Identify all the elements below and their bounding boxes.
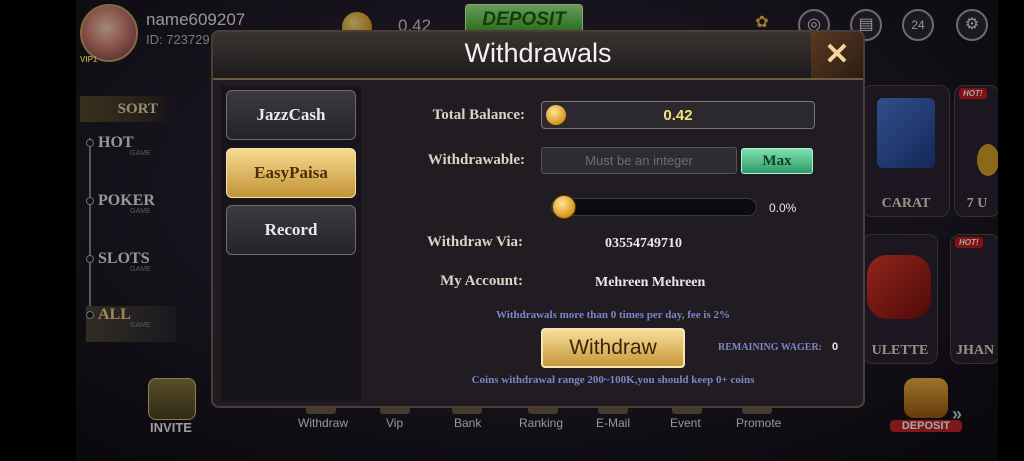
method-record[interactable]: Record [226,205,356,255]
my-account-value: Mehreen Mehreen [595,275,706,290]
max-button[interactable]: Max [741,148,813,174]
withdraw-button[interactable]: Withdraw [541,328,685,368]
withdraw-amount-input[interactable] [541,147,737,174]
amount-slider[interactable] [551,195,757,219]
slider-knob-coin-icon[interactable] [552,195,576,219]
remaining-wager-label: REMAINING WAGER: [718,342,822,353]
my-account-label: My Account: [440,273,523,289]
close-icon[interactable]: ✕ [811,32,863,78]
method-jazzcash[interactable]: JazzCash [226,90,356,140]
total-balance-value: 0.42 [663,107,693,124]
remaining-wager-value: 0 [832,341,839,353]
withdraw-via-value: 03554749710 [605,236,682,251]
dialog-header: Withdrawals ✕ [213,32,863,80]
withdrawals-dialog: Withdrawals ✕ JazzCash EasyPaisa Record … [211,30,865,408]
game-lobby-screen: VIP1 name609207 ID: 723729 0.42 DEPOSIT … [0,0,1024,461]
withdrawable-label: Withdrawable: [427,152,525,168]
withdraw-method-menu: JazzCash EasyPaisa Record [221,86,361,402]
total-balance-label: Total Balance: [432,107,525,123]
range-notice: Coins withdrawal range 200~100K,you shou… [471,374,755,386]
total-balance-field: 0.42 [541,101,815,129]
withdraw-via-label: Withdraw Via: [427,234,523,250]
slider-percent: 0.0% [769,201,797,215]
dialog-title: Withdrawals [464,38,612,68]
fee-notice: Withdrawals more than 0 times per day, f… [495,309,731,321]
method-easypaisa[interactable]: EasyPaisa [226,148,356,198]
